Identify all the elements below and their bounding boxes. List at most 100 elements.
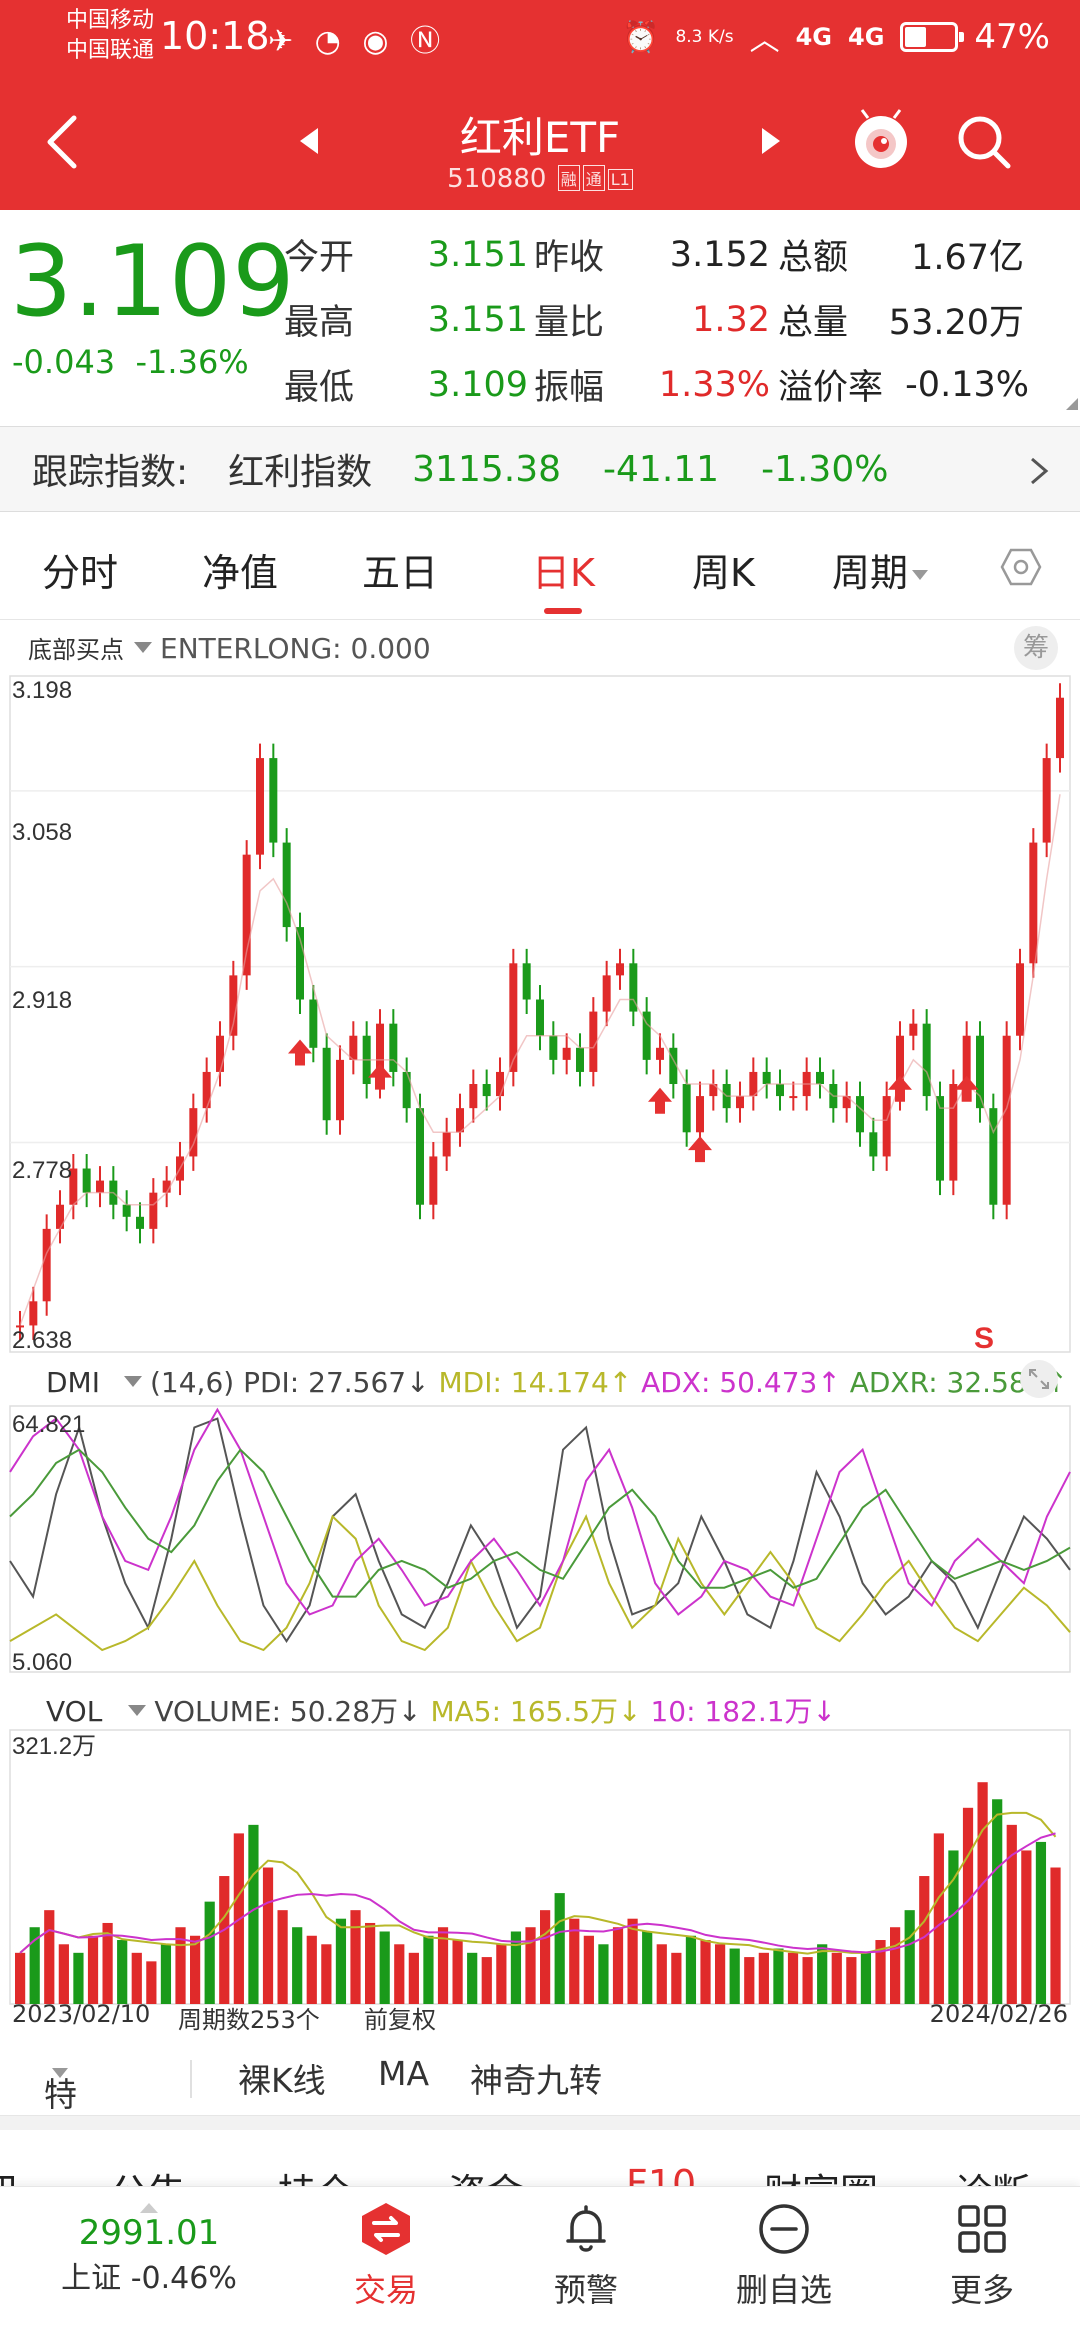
status-right: ⏰ 8.3 K/s ︿ 4G 4G 47% [622, 12, 1050, 62]
volume-bar [117, 1940, 128, 2004]
kline-candle [656, 1047, 664, 1060]
kline-candle [82, 1168, 91, 1193]
chevron-down-icon[interactable] [134, 642, 152, 653]
period-count: 周期数253个 [178, 2006, 320, 2034]
tab-daily-k[interactable]: 日K [532, 542, 595, 597]
volume-bar [1035, 1841, 1047, 2004]
fund-code-row: 510880 融通 L1 [0, 164, 1080, 194]
kline-candle [776, 1084, 784, 1097]
chevron-down-icon [912, 570, 929, 580]
volume-bar [919, 1876, 930, 2004]
volume-bar [1050, 1867, 1061, 2004]
tracking-label: 跟踪指数: [32, 452, 189, 493]
chips-distribution-icon[interactable]: 筹 [1014, 626, 1058, 670]
nav-remove-watchlist[interactable]: 删自选 [714, 2201, 854, 2311]
volume-bar [160, 1944, 172, 2004]
quote-grid: 今开 3.151 昨收 3.152 总额 1.67亿 最高 3.151 量比 1… [284, 222, 1074, 417]
search-icon[interactable] [954, 112, 1014, 172]
hexagon-settings-icon[interactable] [1000, 546, 1042, 588]
status-time: 10:18 [160, 14, 270, 58]
kline-candle [256, 758, 264, 855]
tracking-index-percent: -1.30% [761, 448, 889, 490]
volume-bar [467, 1952, 478, 2004]
volume-bar [525, 1927, 536, 2004]
tab-period[interactable]: 周期 [832, 542, 929, 597]
kline-candle [549, 1035, 558, 1060]
high-value: 3.151 [427, 299, 528, 340]
kline-candle [856, 1096, 864, 1133]
feature-nine-turns[interactable]: 神奇九转 [470, 2054, 602, 2102]
volume-bar [408, 1952, 419, 2004]
volume-bar [802, 1957, 813, 2004]
net-speed: 8.3 K/s [675, 27, 734, 47]
next-triangle-icon[interactable] [760, 126, 782, 156]
indicator-selector[interactable]: 底部买点 [28, 636, 124, 664]
chart-area[interactable]: 3.198 3.058 2.918 2.778 2.638 64.821 5.0… [0, 668, 1080, 2038]
collapse-corner-icon[interactable] [1066, 398, 1078, 410]
nav-more[interactable]: 更多 [912, 2201, 1052, 2311]
open-label: 今开 [284, 238, 355, 278]
tab-nav[interactable]: 净值 [202, 542, 278, 597]
tab-five-day[interactable]: 五日 [362, 542, 438, 597]
prev-close-label: 昨收 [534, 238, 605, 278]
kline-candle [429, 1156, 438, 1205]
amplitude-value: 1.33% [658, 364, 770, 405]
volume-bar [496, 1944, 507, 2004]
volume-bar [540, 1910, 551, 2004]
kline-candle [616, 963, 624, 976]
nav-more-label: 更多 [949, 2271, 1014, 2309]
dmi-line-mdi [9, 1513, 1071, 1652]
tracking-index-value: 3115.38 [412, 448, 562, 490]
tag-margin: 融 [557, 165, 580, 191]
kline-candle [816, 1071, 824, 1085]
tracking-index-name: 红利指数 [228, 452, 373, 493]
info-tabs: 讯 公告 持仓 资金 F10 财富圈 诊断 [0, 2116, 1080, 2194]
k-y-tick: 2.918 [12, 987, 72, 1014]
quote-row: 今开 3.151 昨收 3.152 总额 1.67亿 [284, 222, 1074, 287]
vol-y-tick: 321.2万 [12, 1733, 96, 1760]
feature-ma[interactable]: MA [378, 2054, 429, 2093]
dmi-y-tick: 5.060 [12, 1649, 72, 1676]
chevron-down-icon [52, 2068, 68, 2078]
kline-candle [576, 1047, 584, 1072]
k-y-tick: 2.638 [12, 1327, 72, 1354]
market-index-mini[interactable]: 2991.01 上证 -0.46% [44, 2203, 254, 2297]
kline-candle [736, 1096, 744, 1109]
volume-bar [554, 1893, 565, 2004]
tracking-index-row[interactable]: 跟踪指数: 红利指数 3115.38 -41.11 -1.30% [0, 426, 1080, 512]
volume-bar [292, 1927, 303, 2004]
tab-intraday[interactable]: 分时 [42, 542, 118, 597]
total-volume-value: 53.20万 [888, 303, 1024, 343]
kline-candle [949, 1084, 958, 1181]
volume-bar [321, 1944, 332, 2004]
price-change: -0.043 -1.36% [12, 343, 249, 381]
volume-bar [1006, 1824, 1017, 2004]
volume-bar [73, 1952, 84, 2004]
volume-bar [656, 1944, 667, 2004]
volume-bar [817, 1944, 828, 2004]
quote-row: 最高 3.151 量比 1.32 总量 53.20万 [284, 287, 1074, 352]
kline-candle [909, 1023, 918, 1036]
volume-panel [9, 1729, 1071, 2005]
change-amount: -0.043 [12, 343, 116, 381]
feature-naked-k[interactable]: 裸K线 [238, 2054, 326, 2102]
volume-bar [933, 1833, 944, 2004]
k-y-tick: 2.778 [12, 1157, 72, 1184]
amplitude-label: 振幅 [534, 368, 605, 408]
remove-watchlist-icon [759, 2204, 809, 2254]
signal-1: 4G [795, 23, 833, 51]
chevron-up-icon [140, 2203, 158, 2213]
battery-icon [900, 22, 965, 52]
adjust-mode[interactable]: 前复权 [364, 2000, 436, 2035]
kline-candle [1056, 697, 1064, 759]
wifi-icon: ︿ [749, 23, 780, 58]
volume-bar [904, 1910, 915, 2004]
buy-marker-icon [688, 1136, 712, 1163]
volume-bar [583, 1935, 594, 2004]
tab-weekly-k[interactable]: 周K [692, 542, 755, 597]
nav-alert[interactable]: 预警 [516, 2201, 656, 2311]
notification-icons: ✈ ◔ ◉ Ⓝ [268, 24, 447, 59]
robot-assistant-icon[interactable] [848, 106, 914, 172]
nav-trade[interactable]: 交易 [316, 2201, 456, 2311]
volume-bar [890, 1927, 901, 2004]
